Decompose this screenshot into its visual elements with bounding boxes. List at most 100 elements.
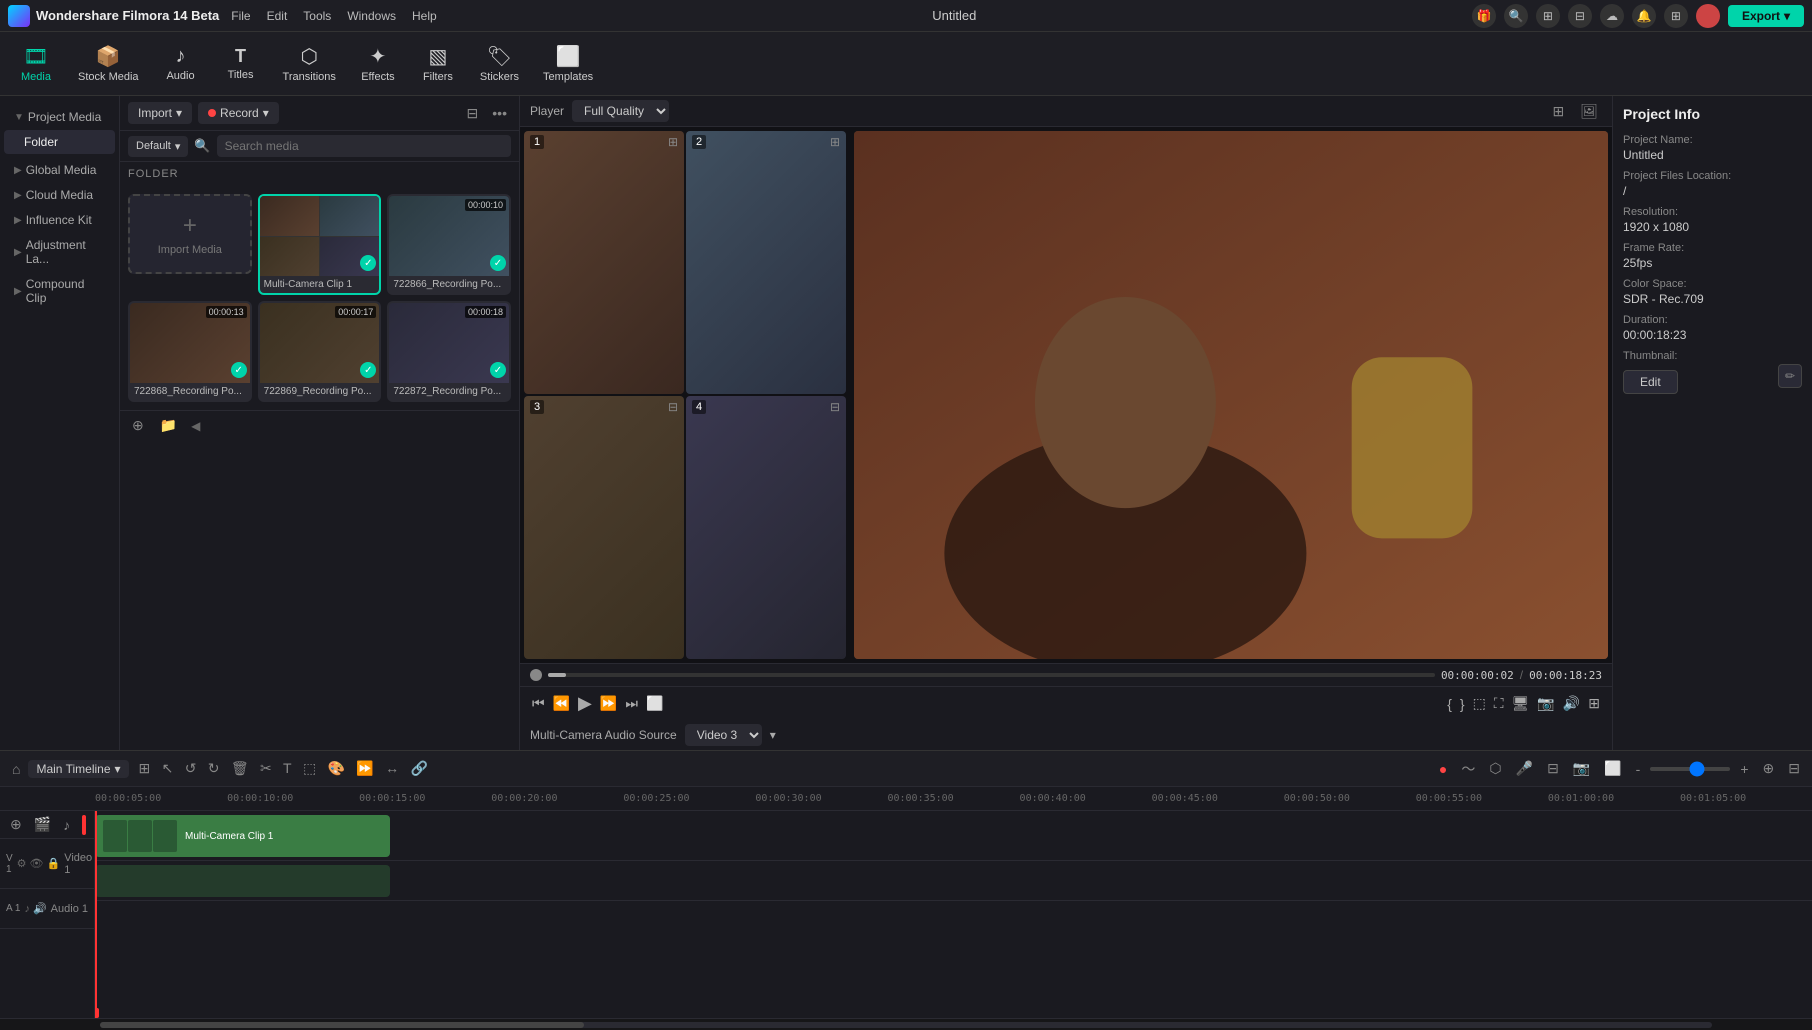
scene-icon[interactable]: 🎬 — [30, 814, 55, 835]
ripple-btn[interactable]: ↔ — [381, 758, 403, 778]
add-track-btn[interactable]: ⊕ — [1759, 758, 1779, 779]
more-preview-btn[interactable]: ⊞ — [1586, 693, 1602, 714]
timeline-home-btn[interactable]: ⌂ — [8, 759, 24, 779]
menu-help[interactable]: Help — [412, 9, 437, 23]
grid-icon[interactable]: ⊟ — [1568, 4, 1592, 28]
volume-btn[interactable]: 🔊 — [1561, 693, 1582, 714]
a-mute-btn[interactable]: 🔊 — [33, 902, 47, 915]
menu-windows[interactable]: Windows — [347, 9, 396, 23]
cam-cell-3[interactable]: 3 ⊟ — [524, 396, 684, 659]
mark-in-btn[interactable]: { — [1445, 694, 1454, 714]
rec-btn[interactable]: ● — [1435, 759, 1451, 779]
clip-722866[interactable]: 00:00:10 ✓ 722866_Recording Po... — [387, 194, 511, 295]
tab-titles[interactable]: T Titles — [213, 42, 269, 85]
add-to-timeline-icon[interactable]: ⊕ — [128, 415, 148, 436]
grid-view-btn[interactable]: ⊞ — [1548, 101, 1568, 122]
tab-audio[interactable]: ♪ Audio — [153, 41, 209, 86]
gift-icon[interactable]: 🎁 — [1472, 4, 1496, 28]
text-btn[interactable]: T — [279, 758, 296, 778]
sidebar-item-folder[interactable]: Folder — [4, 130, 115, 154]
sidebar-item-adjustment[interactable]: ▶ Adjustment La... — [4, 233, 115, 271]
cam-cell-2[interactable]: 2 ⊞ — [686, 131, 846, 394]
clip-722869[interactable]: 00:00:17 ✓ 722869_Recording Po... — [258, 301, 382, 402]
search-input[interactable] — [217, 135, 511, 157]
tab-filters[interactable]: ▧ Filters — [410, 40, 466, 87]
cam-btn[interactable]: 📷 — [1569, 758, 1594, 779]
v-eye-btn[interactable]: 👁 — [30, 857, 44, 870]
aspect-btn[interactable]: ⬜ — [1600, 758, 1625, 779]
grid2-icon[interactable]: ⊞ — [1664, 4, 1688, 28]
sidebar-item-global-media[interactable]: ▶ Global Media — [4, 158, 115, 182]
quality-select[interactable]: Full Quality — [572, 100, 669, 122]
zoom-in-btn[interactable]: ⬚ — [1471, 693, 1488, 714]
tab-transitions[interactable]: ⬡ Transitions — [273, 40, 346, 87]
cut-btn[interactable]: ✂ — [256, 758, 276, 779]
record-button[interactable]: Record ▾ — [198, 102, 279, 124]
cam-cell-1[interactable]: 1 ⊞ — [524, 131, 684, 394]
zoom-slider[interactable] — [1650, 767, 1730, 771]
v-lock-btn[interactable]: 🔒 — [47, 857, 61, 870]
tab-media[interactable]: 🎞 Media — [8, 40, 64, 87]
menu-file[interactable]: File — [231, 9, 250, 23]
filter-icon[interactable]: ⊟ — [463, 103, 483, 124]
link-btn[interactable]: 🔗 — [406, 758, 431, 779]
clip-722872[interactable]: 00:00:18 ✓ 722872_Recording Po... — [387, 301, 511, 402]
frame-back-btn[interactable]: ⏪ — [551, 693, 572, 714]
select-tool-btn[interactable]: ↖ — [158, 758, 178, 779]
crop-btn[interactable]: ⬚ — [299, 758, 320, 779]
cloud-icon[interactable]: ☁ — [1600, 4, 1624, 28]
redo-btn[interactable]: ↻ — [204, 758, 224, 779]
default-dropdown[interactable]: Default ▾ — [128, 136, 188, 157]
marker-btn[interactable]: ⬡ — [1485, 758, 1505, 779]
scrollbar-thumb[interactable] — [100, 1022, 584, 1028]
horizontal-scrollbar[interactable] — [100, 1022, 1712, 1028]
wave-btn[interactable]: 〜 — [1457, 757, 1479, 781]
more-icon[interactable]: ••• — [488, 103, 511, 123]
a-settings-btn[interactable]: ♪ — [24, 902, 30, 915]
color-btn[interactable]: 🎨 — [324, 758, 349, 779]
clip-multicam[interactable]: ✓ Multi-Camera Clip 1 — [258, 194, 382, 295]
layout-icon[interactable]: ⊞ — [1536, 4, 1560, 28]
play-btn[interactable]: ▶ — [576, 691, 594, 716]
timeline-clip-multicam[interactable]: Multi-Camera Clip 1 — [95, 815, 390, 857]
clip-722868[interactable]: 00:00:13 ✓ 722868_Recording Po... — [128, 301, 252, 402]
timeline-name-dropdown[interactable]: Main Timeline ▾ — [28, 760, 128, 778]
caption-btn[interactable]: ⊟ — [1543, 758, 1563, 779]
zoom-minus-btn[interactable]: - — [1632, 759, 1645, 779]
add-track-icon[interactable]: ⊕ — [6, 814, 26, 835]
project-edit-button[interactable]: Edit — [1623, 370, 1678, 394]
thumbnail-edit-btn[interactable]: ✏ — [1778, 364, 1802, 388]
image-view-btn[interactable]: 🖼 — [1576, 101, 1602, 122]
collapse-panel-btn[interactable]: ◀ — [189, 417, 202, 435]
bell-icon[interactable]: 🔔 — [1632, 4, 1656, 28]
mic-btn[interactable]: 🎤 — [1512, 758, 1537, 779]
new-folder-icon[interactable]: 📁 — [156, 415, 181, 436]
sidebar-item-cloud-media[interactable]: ▶ Cloud Media — [4, 183, 115, 207]
sidebar-item-influence-kit[interactable]: ▶ Influence Kit — [4, 208, 115, 232]
monitor-btn[interactable]: 🖥 — [1510, 693, 1532, 714]
import-button[interactable]: Import ▾ — [128, 102, 192, 124]
undo-btn[interactable]: ↺ — [181, 758, 201, 779]
sidebar-item-project-media[interactable]: ▼ Project Media — [4, 105, 115, 129]
more-timeline-btn[interactable]: ⊟ — [1784, 758, 1804, 779]
import-media-placeholder[interactable]: + Import Media — [128, 194, 252, 274]
fullscreen-btn[interactable]: ⛶ — [1492, 693, 1506, 714]
skip-forward-btn[interactable]: ⏭ — [623, 693, 640, 714]
sidebar-item-compound-clip[interactable]: ▶ Compound Clip — [4, 272, 115, 310]
tab-effects[interactable]: ✦ Effects — [350, 40, 406, 87]
loop-btn[interactable]: ⬜ — [644, 693, 665, 714]
multi-view-btn[interactable]: ⊞ — [135, 758, 155, 779]
skip-back-btn[interactable]: ⏮ — [530, 693, 547, 714]
snapshot-btn[interactable]: 📷 — [1535, 693, 1556, 714]
progress-dot[interactable] — [530, 669, 542, 681]
user-avatar[interactable] — [1696, 4, 1720, 28]
music-icon[interactable]: ♪ — [59, 815, 74, 835]
tab-stickers[interactable]: 🏷 Stickers — [470, 40, 529, 87]
audio-source-select[interactable]: Video 3 — [685, 724, 762, 746]
speed-btn[interactable]: ⏩ — [352, 758, 377, 779]
tab-stock[interactable]: 📦 Stock Media — [68, 40, 149, 87]
playback-progress[interactable] — [548, 673, 1435, 677]
search-icon[interactable]: 🔍 — [1504, 4, 1528, 28]
zoom-plus-btn[interactable]: + — [1736, 759, 1752, 779]
tab-templates[interactable]: ⬜ Templates — [533, 40, 603, 87]
